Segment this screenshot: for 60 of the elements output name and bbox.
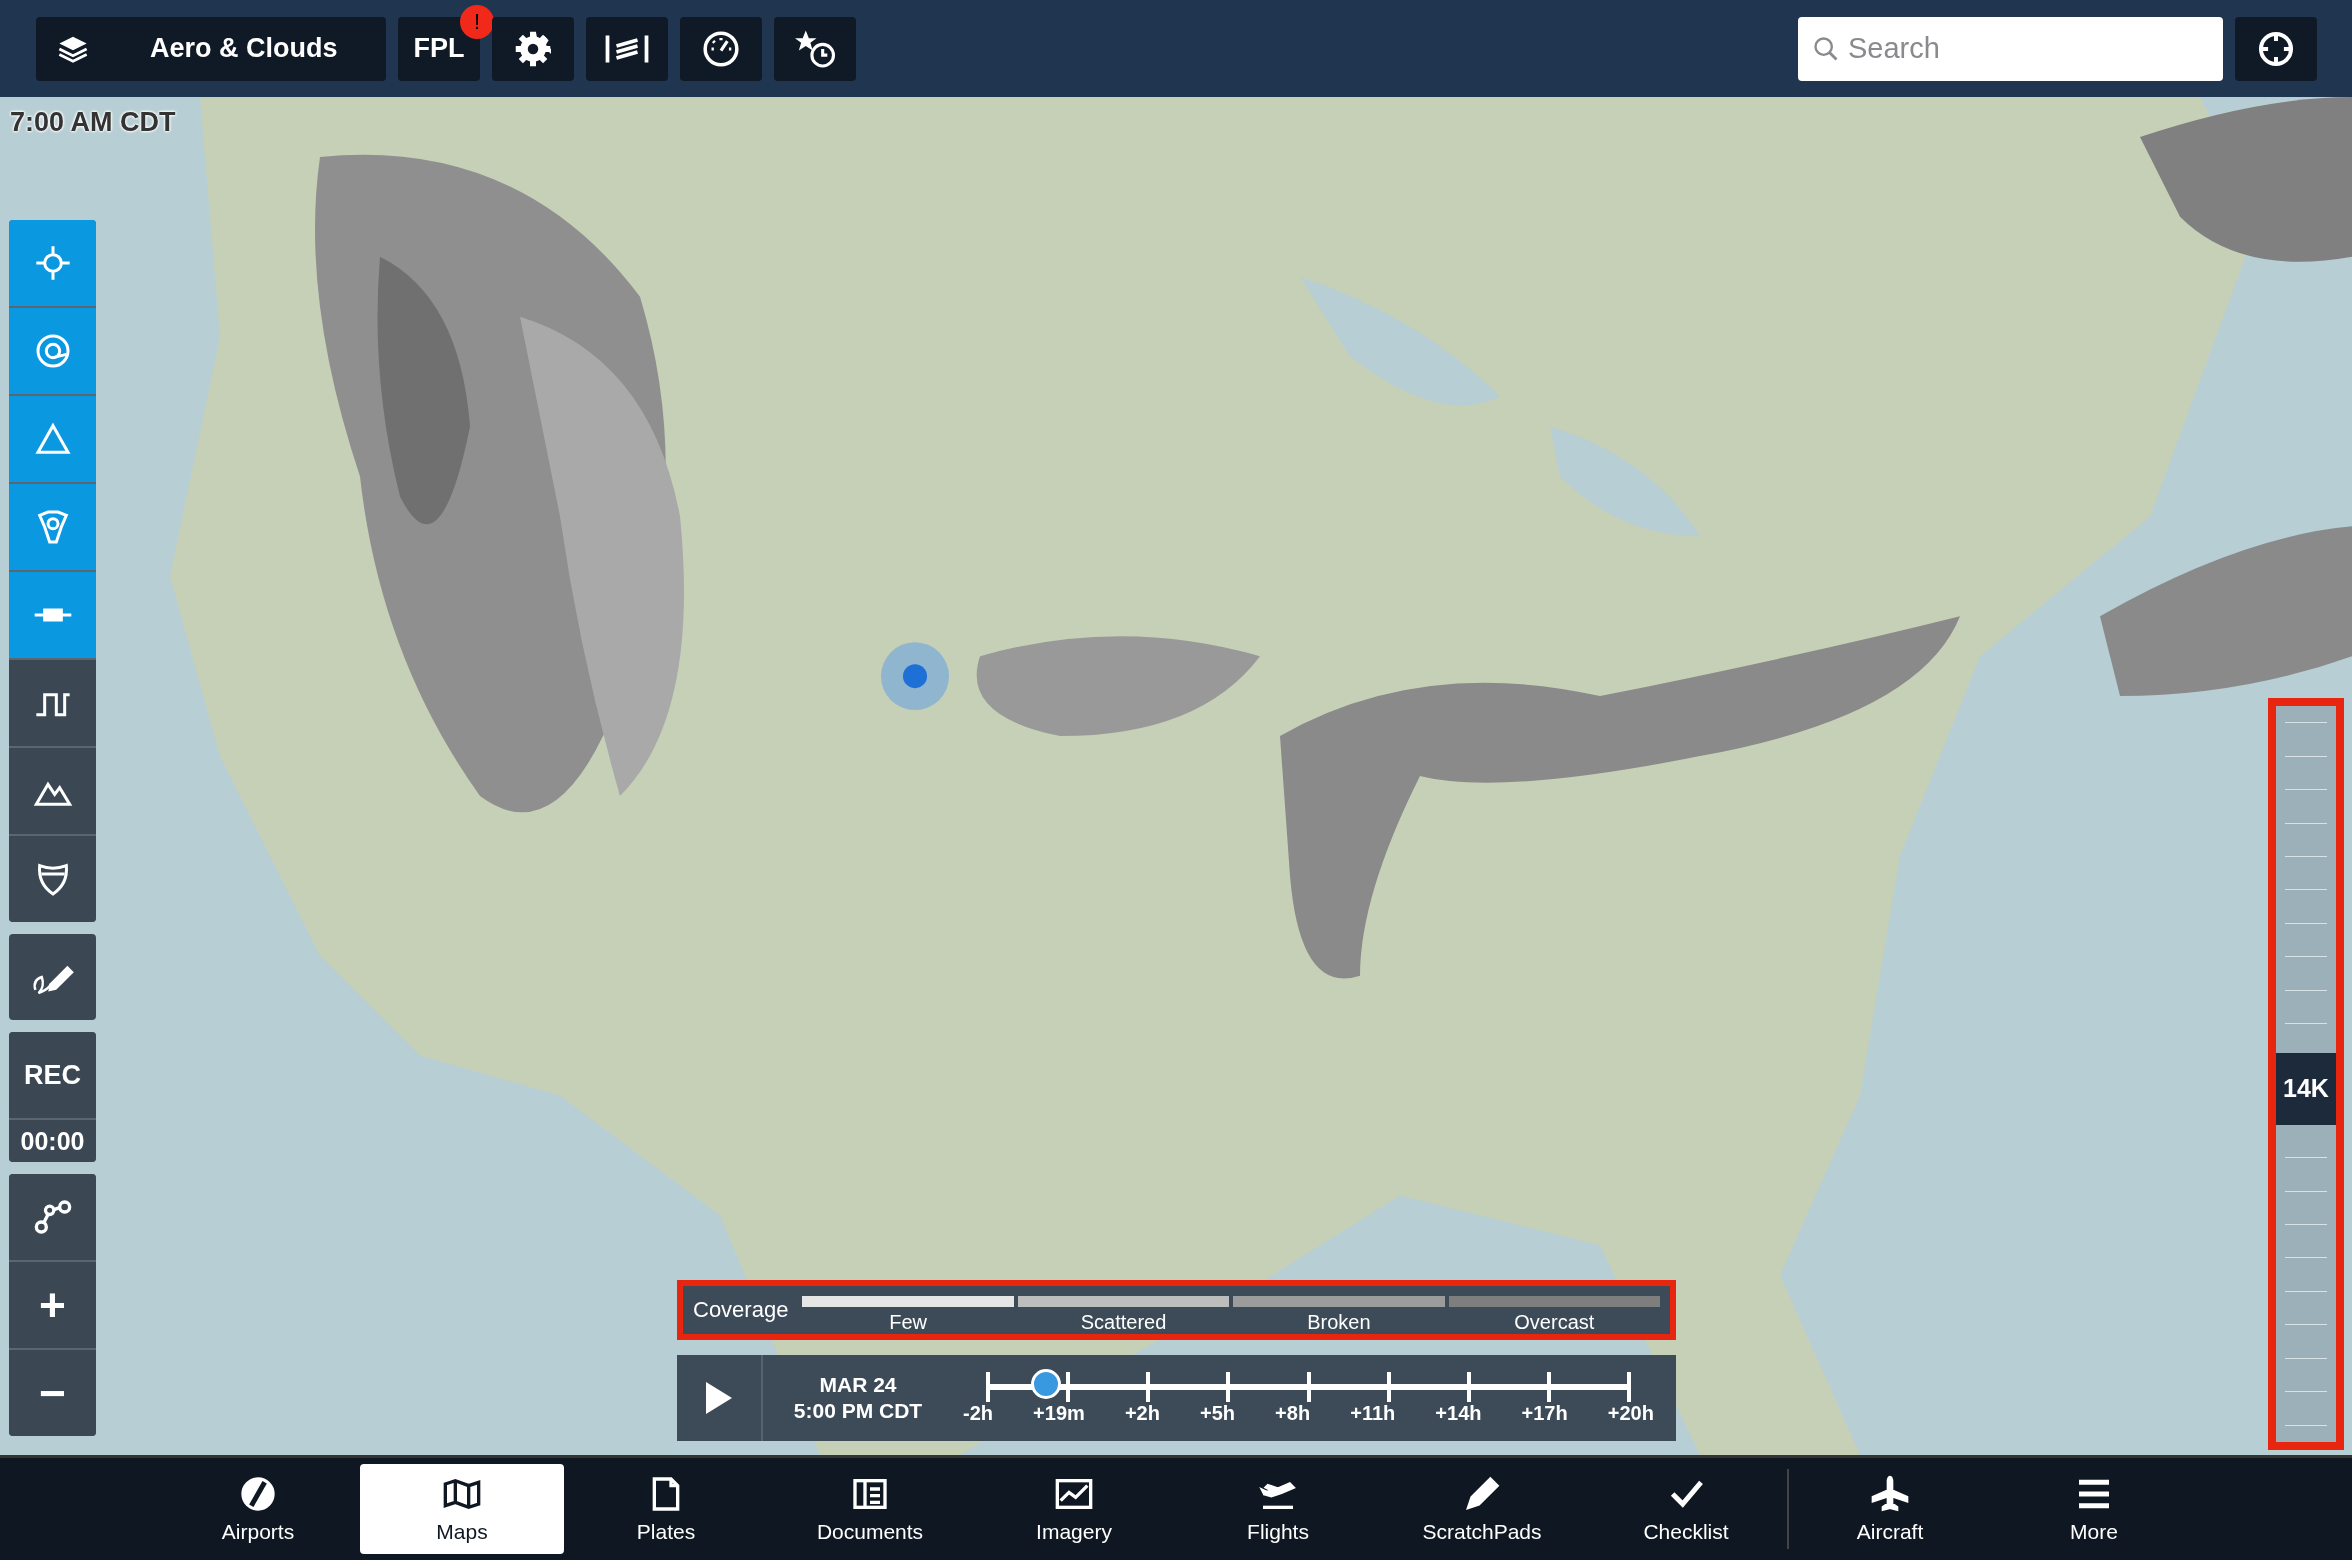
tick-label: +17h — [1521, 1401, 1568, 1425]
aircraft-icon — [1870, 1474, 1910, 1514]
altitude-slider[interactable]: 14K — [2268, 698, 2344, 1450]
draw-button[interactable] — [9, 934, 96, 1020]
nav-tab[interactable]: Checklist — [1584, 1464, 1788, 1554]
wind-button[interactable] — [586, 16, 668, 81]
alert-badge: ! — [460, 4, 494, 39]
favorites-history-button[interactable] — [774, 16, 856, 81]
map-layer-toggle[interactable] — [9, 836, 96, 922]
play-icon — [706, 1382, 732, 1414]
tick-label: +20h — [1607, 1401, 1654, 1425]
gauge-icon — [702, 29, 740, 68]
gear-icon — [515, 30, 551, 67]
tick-label: +11h — [1350, 1401, 1396, 1425]
nav-tab[interactable]: Airports — [156, 1464, 360, 1554]
coverage-label: Few — [889, 1310, 927, 1334]
nav-tab[interactable]: Flights — [1176, 1464, 1380, 1554]
search-icon — [1812, 34, 1840, 63]
map-layer-toggle[interactable] — [9, 308, 96, 394]
slider-thumb[interactable] — [1030, 1368, 1061, 1399]
record-button[interactable]: REC — [9, 1032, 96, 1118]
nav-tab[interactable]: Aircraft — [1788, 1464, 1992, 1554]
tick-label: +5h — [1200, 1401, 1235, 1425]
map-layer-toggle[interactable] — [9, 396, 96, 482]
nav-tab[interactable]: Imagery — [972, 1464, 1176, 1554]
zoom-button[interactable]: − — [9, 1350, 96, 1436]
timeline-date: MAR 24 — [819, 1373, 897, 1397]
tick-label: +8h — [1275, 1401, 1311, 1425]
map-layer-toggle[interactable] — [9, 748, 96, 834]
coverage-label: Scattered — [1080, 1310, 1167, 1334]
tick-label: -2h — [963, 1401, 993, 1425]
map-layer-toggle[interactable] — [9, 572, 96, 658]
map-time-label: 7:00 AM CDT — [10, 107, 176, 138]
tick-label: +19m — [1033, 1401, 1085, 1425]
gauge-button[interactable] — [680, 16, 762, 81]
airports-icon — [238, 1474, 278, 1514]
nav-tab[interactable]: Maps — [360, 1464, 564, 1554]
nav-tab[interactable]: More — [1992, 1464, 2196, 1554]
nav-tab[interactable]: Documents — [768, 1464, 972, 1554]
locate-button[interactable] — [2235, 16, 2317, 81]
layers-button[interactable]: Aero & Clouds — [36, 16, 386, 81]
nav-tab[interactable]: ScratchPads — [1380, 1464, 1584, 1554]
tick-label: +14h — [1435, 1401, 1482, 1425]
zoom-button[interactable]: + — [9, 1262, 96, 1348]
coverage-label: Broken — [1307, 1310, 1371, 1334]
map-layer-toggle[interactable] — [9, 220, 96, 306]
altitude-thumb[interactable]: 14K — [2276, 1052, 2336, 1125]
route-button[interactable] — [9, 1174, 96, 1260]
coverage-label: Overcast — [1514, 1310, 1595, 1334]
settings-button[interactable] — [492, 16, 574, 81]
crosshair-icon — [2257, 29, 2295, 68]
search-field[interactable]: Search — [1798, 16, 2223, 81]
star-clock-icon — [793, 28, 837, 69]
map-layer-toggle[interactable] — [9, 660, 96, 746]
timeline-time: 5:00 PM CDT — [793, 1399, 923, 1423]
record-timer: 00:00 — [9, 1120, 96, 1162]
tick-label: +2h — [1124, 1401, 1160, 1425]
nav-tab[interactable]: Plates — [564, 1464, 768, 1554]
map-layer-toggle[interactable] — [9, 484, 96, 570]
legend-title: Coverage — [693, 1297, 789, 1323]
